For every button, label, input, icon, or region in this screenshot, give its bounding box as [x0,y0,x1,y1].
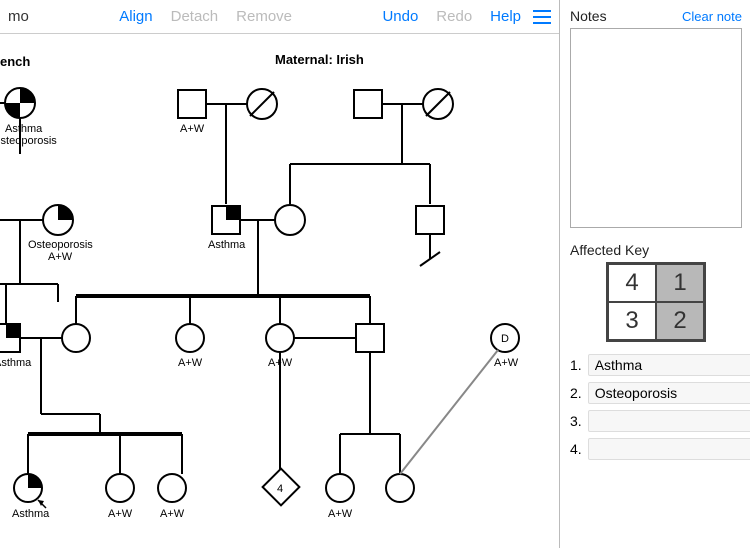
person-node[interactable]: A+W [326,474,354,520]
legend-list: 1. × HPO 2. × HPO 3. [570,354,742,466]
person-node[interactable] [386,474,414,502]
svg-text:A+W: A+W [160,508,185,520]
svg-text:A+W: A+W [178,357,203,369]
person-node[interactable]: Asthma [208,206,246,251]
svg-text:A+W: A+W [328,508,353,520]
affected-key-grid: 4 1 3 2 [606,262,706,342]
person-node[interactable]: Asthma Osteoporosis [0,88,57,147]
person-node[interactable] [62,324,90,352]
svg-text:A+W: A+W [108,508,133,520]
help-button[interactable]: Help [490,8,521,25]
person-node[interactable]: Asthma [0,324,32,369]
legend-number: 2. [570,385,582,401]
person-node[interactable]: Asthma [12,474,50,520]
redo-button[interactable]: Redo [436,8,472,25]
remove-button[interactable]: Remove [236,8,292,25]
svg-text:A+W: A+W [48,251,73,263]
app-title: mo [8,8,29,25]
legend-input-4[interactable] [588,438,750,460]
person-node[interactable]: Osteoporosis A+W [28,205,93,263]
proband-arrow-icon [38,500,46,508]
maternal-label: Maternal: Irish [275,52,364,67]
key-cell-1: 1 [656,264,704,302]
undo-button[interactable]: Undo [382,8,418,25]
svg-text:D: D [501,333,509,345]
side-panel: Notes Clear note Affected Key 4 1 3 2 1.… [560,0,750,548]
person-node[interactable] [356,324,384,352]
person-node[interactable]: 4 [263,469,300,506]
person-node[interactable]: D A+W [491,324,519,369]
person-node[interactable] [275,205,305,235]
svg-text:Osteoporosis: Osteoporosis [0,135,57,147]
svg-text:Asthma: Asthma [0,357,32,369]
svg-text:A+W: A+W [494,357,519,369]
affected-key-title: Affected Key [570,242,742,258]
legend-input-2[interactable] [588,382,750,404]
svg-text:A+W: A+W [180,123,205,135]
svg-text:Osteoporosis: Osteoporosis [28,239,93,251]
person-node[interactable] [247,89,277,119]
svg-text:Asthma: Asthma [5,123,43,135]
key-cell-2: 2 [656,302,704,340]
person-node[interactable] [354,90,382,118]
person-node[interactable]: A+W [158,474,186,520]
align-button[interactable]: Align [119,8,152,25]
person-node[interactable]: A+W [178,90,206,135]
legend-number: 3. [570,413,582,429]
toolbar: mo Align Detach Remove Undo Redo Help [0,0,559,34]
legend-input-1[interactable] [588,354,750,376]
person-node[interactable] [416,206,444,234]
pedigree-canvas[interactable]: ench Maternal: Irish Asthma Osteoporosis [0,34,559,548]
person-node[interactable]: A+W [176,324,204,369]
main-panel: mo Align Detach Remove Undo Redo Help en… [0,0,560,548]
svg-text:Asthma: Asthma [208,239,246,251]
person-node[interactable] [423,89,453,119]
paternal-label: ench [0,54,30,69]
key-cell-4: 4 [608,264,656,302]
notes-input[interactable] [570,28,742,228]
person-node[interactable]: A+W [106,474,134,520]
legend-number: 4. [570,441,582,457]
legend-number: 1. [570,357,582,373]
notes-title: Notes [570,8,607,24]
clear-note-button[interactable]: Clear note [682,9,742,24]
svg-text:4: 4 [277,483,283,495]
menu-icon[interactable] [533,10,551,24]
legend-input-3[interactable] [588,410,750,432]
key-cell-3: 3 [608,302,656,340]
svg-text:Asthma: Asthma [12,508,50,520]
detach-button[interactable]: Detach [171,8,219,25]
